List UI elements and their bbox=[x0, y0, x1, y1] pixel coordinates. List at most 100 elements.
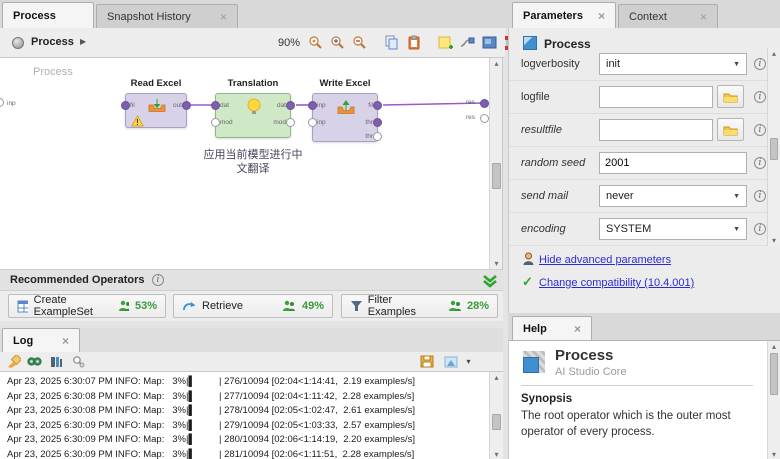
close-icon[interactable]: × bbox=[220, 10, 227, 24]
send-mail-select[interactable]: never ▼ bbox=[599, 185, 747, 207]
logfile-input[interactable] bbox=[599, 86, 713, 108]
param-row-logfile: logfile i bbox=[509, 81, 767, 114]
annotation-line: 应用当前模型进行中 bbox=[183, 148, 323, 162]
tab-parameters[interactable]: Parameters × bbox=[512, 2, 616, 28]
tab-snapshot-history[interactable]: Snapshot History × bbox=[96, 4, 238, 28]
tab-process[interactable]: Process bbox=[2, 2, 94, 28]
tab-help[interactable]: Help × bbox=[512, 316, 592, 340]
process-result-port-2[interactable] bbox=[480, 114, 489, 123]
translation-dat-out-port[interactable] bbox=[286, 101, 295, 110]
zoom-reset-icon[interactable] bbox=[307, 33, 324, 52]
scrollbar-thumb[interactable] bbox=[492, 163, 501, 189]
add-note-icon[interactable] bbox=[437, 33, 454, 52]
help-title: Process bbox=[555, 347, 613, 364]
close-icon[interactable]: × bbox=[700, 10, 707, 24]
info-icon[interactable]: i bbox=[754, 190, 766, 202]
recommend-retrieve-button[interactable]: Retrieve 49% bbox=[173, 294, 333, 318]
synopsis-heading: Synopsis bbox=[521, 393, 572, 405]
write-excel-fil-port[interactable] bbox=[373, 101, 382, 110]
breadcrumb[interactable]: Process bbox=[31, 36, 74, 48]
info-icon[interactable]: i bbox=[152, 274, 164, 286]
write-excel-thr1-port[interactable] bbox=[373, 118, 382, 127]
operator-write-excel[interactable]: inp inp fil thr thr bbox=[312, 93, 378, 142]
scroll-up-icon[interactable]: ▴ bbox=[768, 342, 780, 351]
translation-mod-in-port[interactable] bbox=[211, 118, 220, 127]
scrollbar-thumb[interactable] bbox=[492, 414, 501, 430]
logfile-browse-button[interactable] bbox=[717, 85, 744, 108]
recommend-create-exampleset-button[interactable]: Create ExampleSet 53% bbox=[8, 294, 166, 318]
scroll-down-icon[interactable]: ▾ bbox=[768, 236, 780, 245]
info-icon[interactable]: i bbox=[754, 58, 766, 70]
read-excel-fil-port[interactable] bbox=[121, 101, 130, 110]
scroll-up-icon[interactable]: ▴ bbox=[768, 49, 780, 58]
zoom-out-icon[interactable] bbox=[351, 33, 368, 52]
translation-dat-in-port[interactable] bbox=[211, 101, 220, 110]
paste-icon[interactable] bbox=[405, 33, 422, 52]
search-icon[interactable] bbox=[26, 353, 43, 370]
zoom-in-icon[interactable] bbox=[329, 33, 346, 52]
logverbosity-select[interactable]: init ▼ bbox=[599, 53, 747, 75]
export-dropdown-caret-icon[interactable]: ▾ bbox=[460, 353, 477, 370]
scroll-down-icon[interactable]: ▾ bbox=[490, 259, 503, 268]
close-icon[interactable]: × bbox=[598, 9, 605, 23]
random-seed-input[interactable] bbox=[599, 152, 747, 174]
write-excel-inp1-port[interactable] bbox=[308, 101, 317, 110]
scrollbar-thumb[interactable] bbox=[770, 353, 778, 395]
process-result-port-1[interactable] bbox=[480, 99, 489, 108]
operator-read-excel[interactable]: ! fil out bbox=[125, 93, 187, 128]
port-label: out bbox=[173, 102, 182, 109]
scroll-down-icon[interactable]: ▾ bbox=[768, 450, 780, 459]
scroll-up-icon[interactable]: ▴ bbox=[490, 59, 503, 68]
collapse-chevron-icon[interactable] bbox=[482, 274, 498, 288]
tab-context[interactable]: Context × bbox=[618, 4, 718, 28]
resultfile-input[interactable] bbox=[599, 119, 713, 141]
encoding-select[interactable]: SYSTEM ▼ bbox=[599, 218, 747, 240]
info-icon[interactable]: i bbox=[754, 157, 766, 169]
translation-mod-out-port[interactable] bbox=[286, 118, 295, 127]
change-compatibility-link[interactable]: Change compatibility (10.4.001) bbox=[539, 277, 694, 289]
operator-annotation[interactable]: 应用当前模型进行中 文翻译 bbox=[183, 148, 323, 176]
hide-advanced-parameters-link[interactable]: Hide advanced parameters bbox=[539, 254, 671, 266]
clear-log-icon[interactable] bbox=[5, 353, 22, 370]
write-excel-inp2-port[interactable] bbox=[308, 118, 317, 127]
close-icon[interactable]: × bbox=[62, 334, 69, 348]
scroll-up-icon[interactable]: ▴ bbox=[490, 373, 503, 382]
columns-icon[interactable] bbox=[48, 353, 65, 370]
process-input-port[interactable] bbox=[0, 98, 4, 107]
retrieve-icon bbox=[182, 300, 196, 312]
save-log-icon[interactable] bbox=[418, 353, 435, 370]
log-output[interactable]: Apr 23, 2025 6:30:07 PM INFO: Map: 3%|▌ … bbox=[0, 371, 503, 459]
info-icon[interactable]: i bbox=[754, 91, 766, 103]
param-row-random-seed: random seed i bbox=[509, 147, 767, 180]
recommend-filter-examples-button[interactable]: Filter Examples 28% bbox=[341, 294, 498, 318]
process-canvas[interactable]: Process inp res res Read Excel ! fil out bbox=[0, 58, 503, 269]
read-excel-out-port[interactable] bbox=[182, 101, 191, 110]
parameters-scrollbar[interactable]: ▴ ▾ bbox=[767, 48, 780, 246]
param-label: random seed bbox=[521, 157, 585, 169]
recommend-percent: 53% bbox=[135, 300, 157, 312]
write-excel-thr2-port[interactable] bbox=[373, 132, 382, 141]
scrollbar-thumb[interactable] bbox=[770, 138, 778, 160]
info-icon[interactable]: i bbox=[754, 223, 766, 235]
resultfile-browse-button[interactable] bbox=[717, 118, 744, 141]
log-settings-icon[interactable] bbox=[70, 353, 87, 370]
log-line: Apr 23, 2025 6:30:09 PM INFO: Map: 3%|▌ … bbox=[0, 433, 503, 448]
canvas-scrollbar[interactable]: ▴ ▾ bbox=[489, 58, 503, 269]
info-icon[interactable]: i bbox=[754, 124, 766, 136]
rewire-icon[interactable] bbox=[459, 33, 476, 52]
operator-translation[interactable]: dat mod dat mod bbox=[215, 93, 291, 138]
exampleset-icon bbox=[17, 300, 28, 313]
log-scrollbar[interactable]: ▴ ▾ bbox=[489, 372, 503, 459]
port-label: res bbox=[466, 99, 475, 106]
export-log-icon[interactable] bbox=[442, 353, 459, 370]
help-scrollbar[interactable]: ▴ ▾ bbox=[767, 341, 780, 459]
recommend-label: Filter Examples bbox=[368, 294, 437, 318]
close-icon[interactable]: × bbox=[574, 322, 581, 336]
warning-icon[interactable]: ! bbox=[131, 115, 144, 127]
copy-icon[interactable] bbox=[383, 33, 400, 52]
scroll-down-icon[interactable]: ▾ bbox=[490, 450, 503, 459]
recommend-label: Retrieve bbox=[202, 300, 243, 312]
breadcrumb-arrow-icon[interactable]: ▶ bbox=[80, 37, 86, 46]
tab-log[interactable]: Log × bbox=[2, 328, 80, 352]
overview-icon[interactable] bbox=[481, 33, 498, 52]
